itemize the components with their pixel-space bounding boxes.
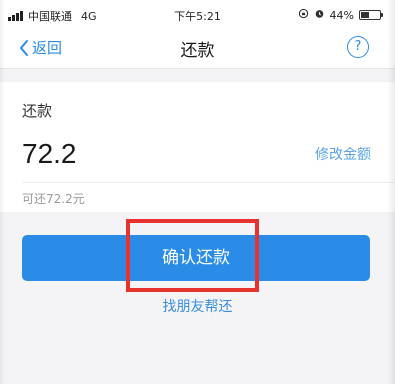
battery-icon [359,10,383,20]
photo-edge-right [387,0,395,384]
repayment-amount[interactable]: 72.2 [22,138,77,170]
alarm-icon [314,8,325,22]
modify-amount-link[interactable]: 修改金额 [315,144,371,164]
available-amount-text: 可还72.2元 [22,192,85,206]
repayment-label: 还款 [22,102,53,120]
battery-percent: 44% [329,8,354,22]
friend-help-link-row: 找朋友帮还 [0,296,395,316]
confirm-repayment-button[interactable]: 确认还款 [22,235,370,281]
photo-edge-left [0,0,5,384]
status-right: 44% [298,8,383,22]
status-bar: 中国联通 4G 下午5:21 44% [0,0,395,28]
ask-friend-to-pay-link[interactable]: 找朋友帮还 [163,299,233,315]
page-title: 还款 [180,41,215,61]
nav-bar: 返回 还款 ? [0,28,395,69]
lock-rotation-icon [298,8,309,22]
card-divider [22,182,395,183]
repayment-card: 还款 72.2 修改金额 可还72.2元 [0,82,395,212]
help-icon[interactable]: ? [347,36,369,58]
app-screen: 中国联通 4G 下午5:21 44% 返回 还款 ? 还款 72.2 修改金额 … [0,0,395,384]
